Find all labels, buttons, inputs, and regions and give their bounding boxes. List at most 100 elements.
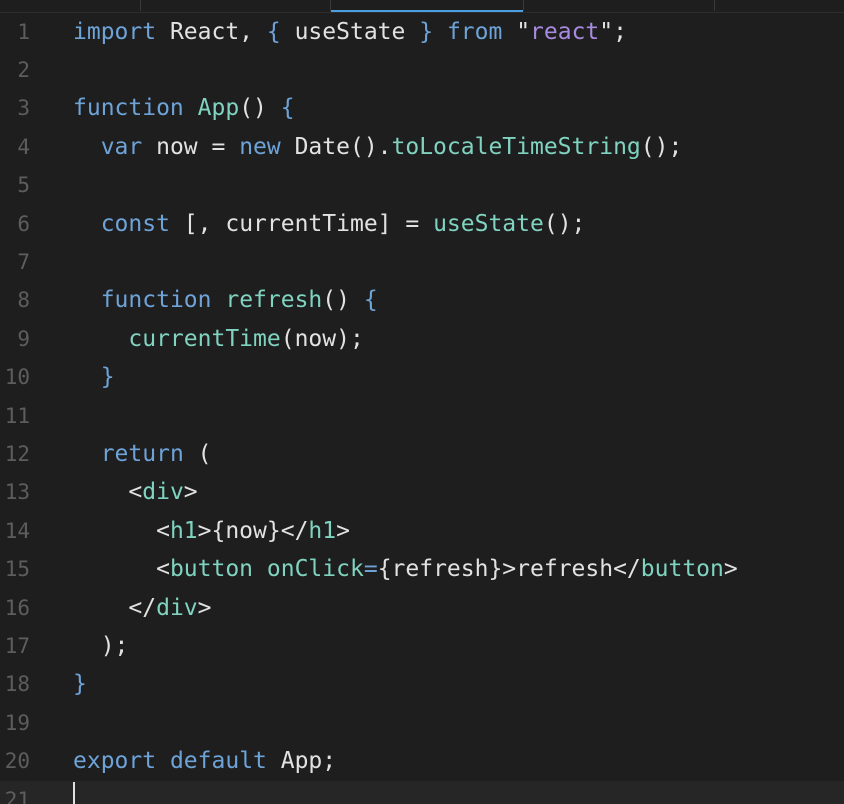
code-token: </ [73,594,157,621]
code-line[interactable]: 5 [0,166,844,204]
code-line[interactable]: 17 ); [0,627,844,665]
code-token: () [322,287,364,314]
code-line[interactable]: 14 <h1>{now}</h1> [0,512,844,550]
code-token: { [280,95,295,122]
code-line[interactable]: 16 </div> [0,589,844,627]
code-line[interactable]: 10 } [0,358,844,396]
code-token: import [73,18,157,45]
code-text: ); [73,627,129,665]
code-token: export [73,748,157,775]
code-line[interactable]: 21 [0,780,844,804]
line-number: 21 [4,787,30,804]
code-line[interactable]: 19 [0,704,844,742]
code-text: function refresh() { [73,281,378,319]
code-line[interactable]: 1 import React, { useState } from "react"… [0,13,844,51]
code-token: Date(). [280,133,392,160]
line-number: 4 [17,134,30,159]
code-token: return [100,440,184,467]
code-text: currentTime(now); [73,320,364,358]
line-number: 8 [17,288,30,313]
code-text: const [, currentTime] = useState(); [73,205,586,243]
code-text: function App() { [73,89,295,127]
code-line[interactable]: 12 return ( [0,435,844,473]
code-text: <h1>{now}</h1> [73,512,350,550]
text-cursor [73,782,75,804]
code-text: } [73,665,87,703]
line-number: 16 [4,595,30,620]
code-token: { [363,287,378,314]
line-number: 5 [17,173,30,198]
code-token: {refresh}>refresh</ [377,556,641,583]
line-number: 6 [17,211,30,236]
code-line[interactable]: 11 [0,397,844,435]
code-token: function [73,95,184,122]
line-number: 17 [4,633,30,658]
line-number: 1 [17,19,30,44]
code-line[interactable]: 13 <div> [0,473,844,511]
code-line[interactable]: 8 function refresh() { [0,281,844,319]
code-line[interactable]: 3 function App() { [0,89,844,127]
line-number: 7 [17,249,30,274]
code-token: currentTime [128,325,281,352]
code-token: useState [280,18,420,45]
code-token: button [640,556,724,583]
code-editor[interactable]: 1 import React, { useState } from "react"… [0,0,844,804]
tab-divider [523,0,524,11]
code-token: > [183,479,198,506]
code-token: "; [599,18,627,45]
line-number: 10 [4,365,30,390]
code-token: div [156,594,198,621]
code-token: > [197,594,212,621]
code-token: onClick [266,556,364,583]
line-number: 13 [4,480,30,505]
code-token: > [336,517,350,544]
code-token: < [73,556,170,583]
code-token: } [73,671,87,698]
code-token: button [169,556,254,583]
code-line[interactable]: 9 currentTime(now); [0,320,844,358]
editor-tab-strip [0,0,844,13]
code-text: var now = new Date().toLocaleTimeString(… [73,128,683,166]
code-line[interactable]: 18} [0,665,844,703]
code-token: h1 [308,517,337,544]
code-token: (); [640,133,683,160]
code-token: App [197,95,240,122]
code-token: ); [73,632,129,659]
code-text: <div> [73,473,198,511]
code-text: } [73,358,115,396]
code-line[interactable]: 6 const [, currentTime] = useState(); [0,205,844,243]
code-token: } [419,18,434,45]
tab-divider [714,0,715,11]
code-token: > [723,556,738,583]
code-token: React, [156,18,267,45]
code-line[interactable]: 15 <button onClick={refresh}>refresh</bu… [0,550,844,588]
code-token: < [73,479,143,506]
code-line[interactable]: 7 [0,243,844,281]
code-line[interactable]: 2 [0,51,844,89]
code-token: new [239,133,281,160]
code-token: (now); [280,325,364,352]
code-text: return ( [73,435,212,473]
code-line[interactable]: 4 var now = new Date().toLocaleTimeStrin… [0,128,844,166]
code-token: " [516,18,531,45]
line-number: 12 [4,441,30,466]
line-number: 2 [17,57,30,82]
code-token: react [530,18,600,45]
code-token: default [169,748,267,775]
line-number: 11 [4,403,30,428]
code-line[interactable]: 20 export default App; [0,742,844,780]
line-number: 18 [4,672,30,697]
code-token: } [100,364,115,391]
code-token: useState [433,210,544,237]
code-text: export default App; [73,742,336,780]
